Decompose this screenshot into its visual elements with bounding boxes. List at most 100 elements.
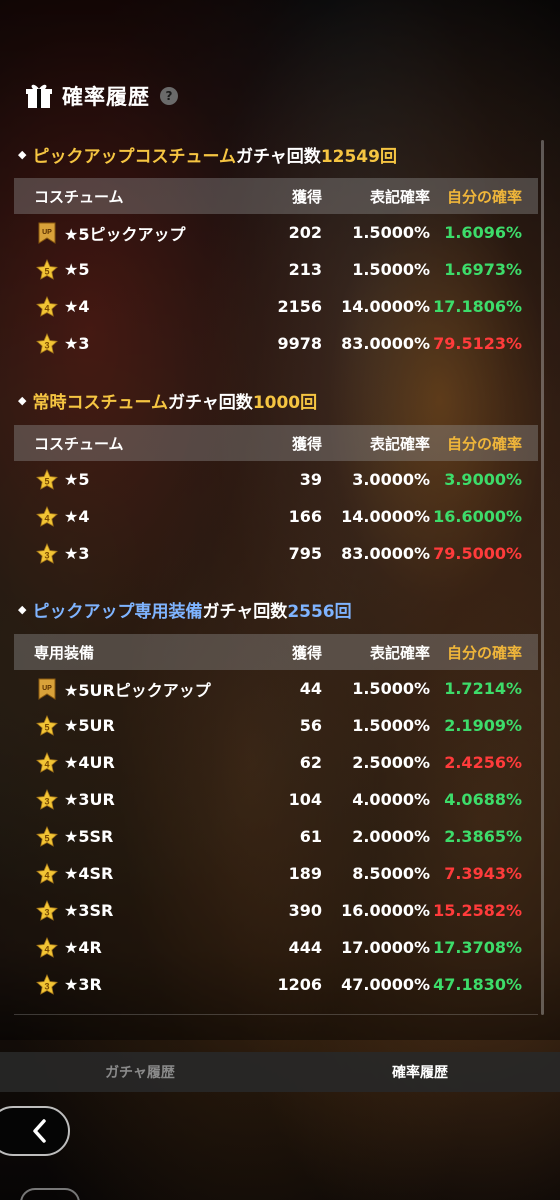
svg-text:3: 3 <box>44 981 49 991</box>
star-4-badge-icon: 4 <box>36 505 58 527</box>
table-row: 5 ★5 213 1.5000% 1.6973% <box>14 251 538 288</box>
row-name: ★4 <box>64 507 90 526</box>
row-my-rate: 4.0688% <box>444 790 522 809</box>
row-name-cell: 3 ★3UR <box>14 788 242 811</box>
tab-rate-history[interactable]: 確率履歴 <box>280 1052 560 1092</box>
row-name: ★4 <box>64 297 90 316</box>
table-standard-costume: コスチューム 獲得 表記確率 自分の確率 5 ★5 39 3.0000% 3.9000%… <box>14 425 538 572</box>
table-row: 3 ★3 9978 83.0000% 79.5123% <box>14 325 538 362</box>
bottom-tab-bar: ガチャ履歴 確率履歴 <box>0 1052 560 1092</box>
row-name: ★5ピックアップ <box>64 224 186 244</box>
row-listed-rate: 14.0000% <box>341 297 430 316</box>
row-listed-rate: 1.5000% <box>352 716 430 735</box>
scrollbar[interactable] <box>541 140 544 1015</box>
row-obtained: 61 <box>299 827 322 846</box>
svg-text:4: 4 <box>44 513 49 523</box>
row-name: ★3R <box>64 975 102 994</box>
row-listed-rate: 2.0000% <box>352 827 430 846</box>
row-listed-rate: 1.5000% <box>352 223 430 242</box>
bottom-nav-edge <box>20 1188 80 1200</box>
row-name-cell: UP ★5ピックアップ <box>14 221 242 245</box>
row-my-rate: 7.3943% <box>444 864 522 883</box>
svg-text:3: 3 <box>44 550 49 560</box>
svg-text:3: 3 <box>44 907 49 917</box>
section-title-pickup-equipment: ◆ ピックアップ専用装備 ガチャ回数 2556回 <box>18 601 352 622</box>
row-name-cell: 3 ★3 <box>14 542 242 565</box>
row-obtained: 213 <box>288 260 322 279</box>
row-obtained: 39 <box>299 470 322 489</box>
row-listed-rate: 16.0000% <box>341 901 430 920</box>
svg-text:3: 3 <box>44 340 49 350</box>
row-obtained: 795 <box>288 544 322 563</box>
row-name-cell: 3 ★3SR <box>14 899 242 922</box>
star-4-badge-icon: 4 <box>36 936 58 958</box>
row-my-rate: 1.6973% <box>444 260 522 279</box>
svg-text:5: 5 <box>44 266 49 276</box>
row-name: ★5 <box>64 260 90 279</box>
star-4-badge-icon: 4 <box>36 862 58 884</box>
section-title-pickup-costume: ◆ ピックアップコスチューム ガチャ回数 12549回 <box>18 146 397 167</box>
table-row: 3 ★3SR 390 16.0000% 15.2582% <box>14 892 538 929</box>
table-header: コスチューム 獲得 表記確率 自分の確率 <box>14 425 538 461</box>
svg-text:5: 5 <box>44 476 49 486</box>
svg-text:UP: UP <box>42 685 52 692</box>
row-my-rate: 79.5000% <box>433 544 522 563</box>
list-end-divider <box>14 1014 538 1015</box>
table-row: 3 ★3UR 104 4.0000% 4.0688% <box>14 781 538 818</box>
gift-icon <box>26 84 52 108</box>
svg-text:5: 5 <box>44 722 49 732</box>
tab-gacha-history[interactable]: ガチャ履歴 <box>0 1052 280 1092</box>
row-my-rate: 15.2582% <box>433 901 522 920</box>
row-name-cell: 4 ★4 <box>14 505 242 528</box>
row-my-rate: 47.1830% <box>433 975 522 994</box>
chevron-left-icon <box>33 1119 46 1143</box>
table-row: 3 ★3R 1206 47.0000% 47.1830% <box>14 966 538 1003</box>
table-row: UP ★5ピックアップ 202 1.5000% 1.6096% <box>14 214 538 251</box>
row-listed-rate: 17.0000% <box>341 938 430 957</box>
svg-text:5: 5 <box>44 833 49 843</box>
row-name-cell: UP ★5URピックアップ <box>14 677 242 701</box>
row-my-rate: 1.6096% <box>444 223 522 242</box>
star-3-badge-icon: 3 <box>36 332 58 354</box>
diamond-icon: ◆ <box>18 602 27 616</box>
star-3-badge-icon: 3 <box>36 899 58 921</box>
row-listed-rate: 1.5000% <box>352 679 430 698</box>
row-name: ★3 <box>64 544 90 563</box>
row-listed-rate: 8.5000% <box>352 864 430 883</box>
row-my-rate: 1.7214% <box>444 679 522 698</box>
row-obtained: 56 <box>299 716 322 735</box>
row-name: ★3UR <box>64 790 115 809</box>
star-3-badge-icon: 3 <box>36 542 58 564</box>
row-listed-rate: 3.0000% <box>352 470 430 489</box>
row-obtained: 1206 <box>277 975 322 994</box>
row-my-rate: 2.3865% <box>444 827 522 846</box>
row-listed-rate: 1.5000% <box>352 260 430 279</box>
row-my-rate: 79.5123% <box>433 334 522 353</box>
row-obtained: 9978 <box>277 334 322 353</box>
help-icon[interactable]: ? <box>160 87 178 105</box>
row-my-rate: 3.9000% <box>444 470 522 489</box>
svg-text:UP: UP <box>42 229 52 236</box>
row-name-cell: 5 ★5 <box>14 258 242 281</box>
table-row: 4 ★4SR 189 8.5000% 7.3943% <box>14 855 538 892</box>
row-name: ★5 <box>64 470 90 489</box>
star-5-badge-icon: 5 <box>36 714 58 736</box>
svg-text:4: 4 <box>44 759 49 769</box>
back-button[interactable] <box>0 1106 70 1156</box>
page-title: 確率履歴 <box>62 85 150 109</box>
row-obtained: 62 <box>299 753 322 772</box>
row-obtained: 189 <box>288 864 322 883</box>
row-name: ★5URピックアップ <box>64 680 211 700</box>
row-my-rate: 2.1909% <box>444 716 522 735</box>
diamond-icon: ◆ <box>18 393 27 407</box>
row-obtained: 390 <box>288 901 322 920</box>
row-obtained: 166 <box>288 507 322 526</box>
row-name: ★5SR <box>64 827 114 846</box>
row-name: ★4UR <box>64 753 115 772</box>
row-name-cell: 3 ★3R <box>14 973 242 996</box>
svg-text:4: 4 <box>44 870 49 880</box>
table-header: 専用装備 獲得 表記確率 自分の確率 <box>14 634 538 670</box>
star-3-badge-icon: 3 <box>36 973 58 995</box>
table-row: 4 ★4UR 62 2.5000% 2.4256% <box>14 744 538 781</box>
row-name: ★5UR <box>64 716 115 735</box>
